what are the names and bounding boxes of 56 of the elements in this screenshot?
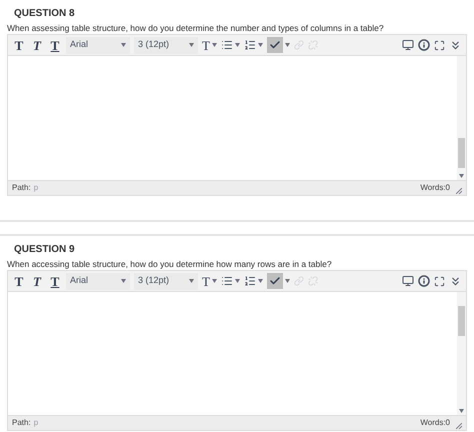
font-dropdown[interactable]: Arial bbox=[66, 272, 130, 290]
monitor-icon[interactable] bbox=[402, 39, 414, 51]
info-icon[interactable] bbox=[418, 275, 430, 287]
size-dropdown[interactable]: 3 (12pt) bbox=[134, 272, 198, 290]
resize-handle-icon[interactable] bbox=[456, 188, 462, 194]
check-icon bbox=[268, 39, 281, 51]
path-label: Path: bbox=[12, 182, 31, 194]
format-button[interactable]: T bbox=[12, 274, 26, 288]
info-icon[interactable] bbox=[418, 39, 430, 51]
caret-icon bbox=[234, 279, 240, 283]
question-prompt: When assessing table structure, how do you determine the number and types of columns in a table? bbox=[7, 22, 385, 34]
caret-icon bbox=[189, 279, 194, 283]
monitor-icon[interactable] bbox=[402, 275, 414, 287]
font-dropdown[interactable]: Arial bbox=[66, 36, 130, 54]
scroll-thumb[interactable] bbox=[458, 306, 465, 336]
size-dropdown[interactable]: 3 (12pt) bbox=[134, 36, 198, 54]
caret-icon bbox=[258, 279, 263, 283]
scroll-down-icon[interactable] bbox=[459, 409, 464, 413]
caret-icon bbox=[121, 279, 126, 283]
scroll-thumb[interactable] bbox=[458, 138, 465, 168]
check-icon bbox=[268, 275, 281, 287]
caret-icon bbox=[189, 43, 194, 47]
word-count: Words:0 bbox=[420, 182, 450, 194]
spellcheck-button[interactable] bbox=[266, 273, 283, 289]
spellcheck-button[interactable] bbox=[266, 37, 283, 53]
format-button[interactable]: T bbox=[30, 274, 44, 288]
more-icon[interactable] bbox=[449, 38, 462, 52]
scroll-down-icon[interactable] bbox=[459, 174, 464, 178]
resize-handle-icon[interactable] bbox=[456, 423, 462, 429]
numbered-list-icon[interactable] bbox=[244, 275, 256, 287]
word-count: Words:0 bbox=[420, 417, 450, 429]
path-value: p bbox=[34, 417, 38, 429]
question-prompt: When accessing table structure, how do you determine how many rows are in a table? bbox=[7, 258, 333, 270]
more-icon[interactable] bbox=[449, 274, 462, 288]
format-button[interactable]: T bbox=[12, 38, 26, 52]
scrollbar[interactable] bbox=[457, 292, 466, 415]
format-button[interactable]: T bbox=[48, 274, 62, 288]
fullscreen-icon[interactable] bbox=[434, 276, 445, 286]
caret-icon bbox=[284, 43, 290, 47]
question-title: QUESTION 8 bbox=[13, 7, 76, 21]
caret-icon bbox=[212, 43, 217, 47]
caret-icon bbox=[121, 43, 126, 47]
caret-icon bbox=[212, 279, 217, 283]
text-color-button[interactable]: T bbox=[202, 274, 217, 288]
numbered-list-icon[interactable] bbox=[244, 39, 256, 51]
caret-icon bbox=[234, 43, 240, 47]
caret-icon bbox=[284, 279, 290, 283]
scrollbar[interactable] bbox=[457, 56, 466, 180]
question-title: QUESTION 9 bbox=[13, 243, 76, 257]
path-label: Path: bbox=[12, 417, 31, 429]
fullscreen-icon[interactable] bbox=[434, 40, 445, 50]
format-button[interactable]: T bbox=[48, 38, 62, 52]
path-value: p bbox=[34, 182, 38, 194]
format-button[interactable]: T bbox=[30, 38, 44, 52]
text-color-button[interactable]: T bbox=[202, 38, 217, 52]
caret-icon bbox=[258, 43, 263, 47]
